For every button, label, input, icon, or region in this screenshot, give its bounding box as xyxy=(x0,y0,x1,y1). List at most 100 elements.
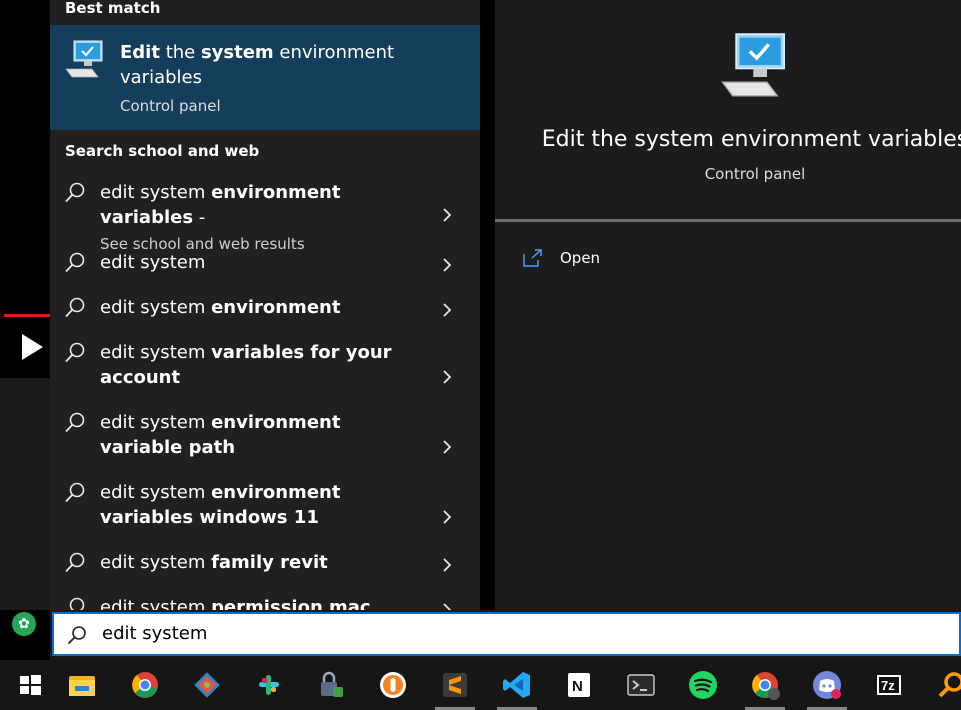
svg-text:N: N xyxy=(572,678,583,695)
text-fragment: edit system xyxy=(100,597,212,610)
chevron-right-icon[interactable] xyxy=(440,510,454,524)
keepass-icon xyxy=(321,671,343,697)
video-progress-bar xyxy=(4,314,50,317)
web-search-heading: Search school and web xyxy=(65,142,260,160)
chevron-right-icon[interactable] xyxy=(440,207,454,222)
suggestion-item[interactable]: edit system permission mac xyxy=(50,597,480,610)
text-fragment: edit system xyxy=(100,482,212,503)
suggestion-item[interactable]: edit system environment variables - See s… xyxy=(50,182,480,253)
text-fragment: family revit xyxy=(211,552,328,573)
taskbar-item[interactable] xyxy=(177,660,237,710)
notion-icon: N xyxy=(568,673,590,697)
text-fragment: environment xyxy=(211,297,341,318)
chevron-right-icon[interactable] xyxy=(440,558,454,572)
chevron-right-icon[interactable] xyxy=(440,370,454,384)
suggestion-item[interactable]: edit system environment xyxy=(50,297,480,332)
suggestion-text: edit system environment variables window… xyxy=(100,480,420,530)
detail-divider xyxy=(495,219,961,222)
taskbar-item[interactable]: 7z xyxy=(859,660,919,710)
best-match-subtitle: Control panel xyxy=(120,97,221,115)
taskbar-item[interactable] xyxy=(301,660,361,710)
search-icon xyxy=(67,626,86,645)
chevron-right-icon[interactable] xyxy=(440,258,454,272)
suggestion-text: edit system permission mac xyxy=(100,595,420,610)
taskbar-item[interactable] xyxy=(52,660,112,710)
taskbar-item[interactable] xyxy=(0,660,60,710)
computer-icon xyxy=(65,40,103,78)
search-query: edit system xyxy=(102,623,208,644)
taskbar-item[interactable] xyxy=(735,660,795,710)
search-icon xyxy=(65,552,85,573)
taskbar-item[interactable] xyxy=(425,660,485,710)
search-icon xyxy=(65,342,85,363)
search-icon xyxy=(65,482,85,503)
taskbar-item[interactable] xyxy=(239,660,299,710)
background-app-icon: ✿ xyxy=(12,612,36,636)
suggestion-text: edit system environment variable path xyxy=(100,410,420,460)
taskbar-item[interactable] xyxy=(797,660,857,710)
terminal-icon xyxy=(627,674,655,696)
suggestion-text: edit system family revit xyxy=(100,550,420,575)
suggestion-text: edit system variables for your account xyxy=(100,340,420,390)
text-fragment: edit system xyxy=(100,252,206,273)
start-icon xyxy=(20,675,41,695)
text-fragment: the xyxy=(159,42,201,63)
search-icon xyxy=(65,297,85,318)
taskbar-item[interactable] xyxy=(611,660,671,710)
suggestion-item[interactable]: edit system environment variable path xyxy=(50,412,480,472)
slack-icon xyxy=(259,675,279,695)
sublime-icon xyxy=(443,673,467,697)
detail-pane: Edit the system environment variables Co… xyxy=(495,0,961,610)
git-icon xyxy=(194,672,220,698)
sevenzip-label: 7z xyxy=(881,678,895,693)
text-fragment: permission mac xyxy=(211,597,371,610)
search-input[interactable]: edit system xyxy=(52,612,961,656)
taskbar-item[interactable] xyxy=(363,660,423,710)
file-explorer-icon xyxy=(69,676,95,696)
taskbar-item[interactable] xyxy=(487,660,547,710)
search-icon xyxy=(65,412,85,433)
suggestion-text: edit system environment xyxy=(100,295,420,320)
suggestion-item[interactable]: edit system family revit xyxy=(50,552,480,587)
open-icon xyxy=(523,249,542,267)
7zip-icon: 7z xyxy=(877,675,901,695)
chrome-profile-icon xyxy=(752,672,780,700)
vpn-icon xyxy=(380,672,406,698)
suggestion-text: edit system xyxy=(100,250,420,275)
computer-icon-large xyxy=(721,33,785,97)
text-fragment: edit system xyxy=(100,552,212,573)
best-match-title: Edit the system environment variables xyxy=(120,40,460,90)
discord-icon xyxy=(813,671,841,699)
vscode-icon xyxy=(503,672,530,698)
chevron-right-icon[interactable] xyxy=(440,603,454,610)
open-button[interactable]: Open xyxy=(523,244,723,272)
play-icon xyxy=(22,334,43,360)
text-fragment: edit system xyxy=(100,412,212,433)
chevron-right-icon[interactable] xyxy=(440,440,454,454)
taskbar-item[interactable] xyxy=(921,660,961,710)
taskbar-item[interactable] xyxy=(673,660,733,710)
suggestion-item[interactable]: edit system environment variables window… xyxy=(50,482,480,542)
search-icon xyxy=(69,597,85,610)
text-fragment: Edit xyxy=(120,42,160,63)
taskbar: N 7z xyxy=(0,660,961,710)
search-icon xyxy=(65,182,85,203)
text-fragment: edit system xyxy=(100,297,212,318)
text-fragment: edit system xyxy=(100,182,212,203)
best-match-item[interactable]: Edit the system environment variables Co… xyxy=(50,25,480,130)
background-window-lower xyxy=(0,378,50,610)
best-match-heading: Best match xyxy=(65,0,161,17)
taskbar-item[interactable] xyxy=(115,660,175,710)
text-fragment: - xyxy=(193,207,206,228)
detail-subtitle: Control panel xyxy=(704,165,806,183)
text-fragment: system xyxy=(200,42,274,63)
suggestion-text: edit system environment variables - See s… xyxy=(100,180,420,257)
chrome-icon xyxy=(132,672,158,698)
suggestion-item[interactable]: edit system xyxy=(50,252,480,287)
suggestion-item[interactable]: edit system variables for your account xyxy=(50,342,480,402)
taskbar-item[interactable]: N xyxy=(549,660,609,710)
search-results-pane: Best match Edit the system environment v… xyxy=(50,0,480,610)
open-label: Open xyxy=(560,249,601,267)
chevron-right-icon[interactable] xyxy=(440,303,454,317)
search-app-icon xyxy=(938,672,961,698)
